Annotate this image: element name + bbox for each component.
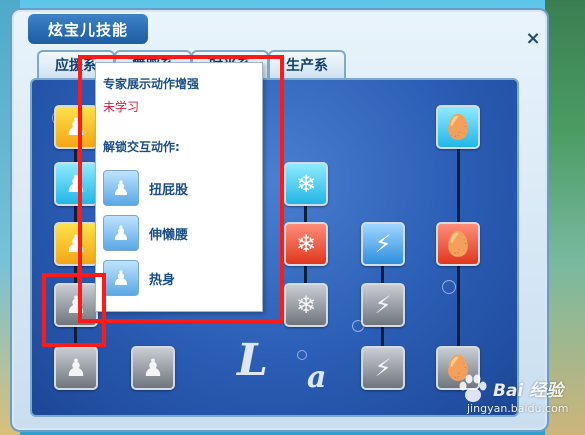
window-title: 炫宝儿技能 [26,12,150,46]
snowflake-grey-icon[interactable]: ❄ [284,283,328,327]
tooltip-status: 未学习 [103,100,140,114]
idol-grey-icon[interactable]: ♟ [54,346,98,390]
skill-tooltip: 专家展示动作增强 未学习 解锁交互动作: ♟ 扭屁股 ♟ 伸懒腰 ♟ 热身 [95,62,263,312]
egg-red-icon[interactable]: 🥚 [436,222,480,266]
background-right [545,0,585,435]
idol-grey-icon[interactable]: ♟ [54,283,98,327]
egg-cyan-icon[interactable]: 🥚 [436,105,480,149]
watermark-text: Bai 经验 [493,381,564,401]
decoration-letter-l: L [237,335,268,386]
bubble-decoration [297,350,307,360]
idol-yellow-icon[interactable]: ♟ [54,222,98,266]
tooltip-action-label: 伸懒腰 [149,227,189,243]
tooltip-action-label: 热身 [149,272,176,288]
tooltip-action-row: ♟ 扭屁股 [103,169,253,207]
warmup-pose-icon: ♟ [103,260,139,296]
tooltip-action-row: ♟ 热身 [103,259,253,297]
close-icon[interactable]: × [524,30,542,48]
group-grey-icon[interactable]: ♟ [131,346,175,390]
tooltip-title: 专家展示动作增强 [103,77,200,91]
tooltip-action-row: ♟ 伸懒腰 [103,214,253,252]
idol-cyan-icon[interactable]: ♟ [54,162,98,206]
twist-pose-icon: ♟ [103,170,139,206]
snowflake-cyan-icon[interactable]: ❄ [284,162,328,206]
paw-icon [459,374,487,402]
lightning-grey-icon[interactable]: ⚡ [361,283,405,327]
lightning-grey-icon[interactable]: ⚡ [361,346,405,390]
decoration-letter-a: a [307,360,327,395]
snowflake-red-icon[interactable]: ❄ [284,222,328,266]
idol-yellow-icon[interactable]: ♟ [54,105,98,149]
tooltip-action-label: 扭屁股 [149,182,189,198]
tooltip-subheading: 解锁交互动作: [103,140,180,154]
tab-production[interactable]: 生产系 [268,50,346,78]
stretch-pose-icon: ♟ [103,215,139,251]
watermark-url: jingyan.baidu.com [467,402,569,415]
lightning-blue-icon[interactable]: ⚡ [361,222,405,266]
bubble-decoration [442,280,456,294]
watermark: Bai 经验 jingyan.baidu.com [455,372,575,424]
